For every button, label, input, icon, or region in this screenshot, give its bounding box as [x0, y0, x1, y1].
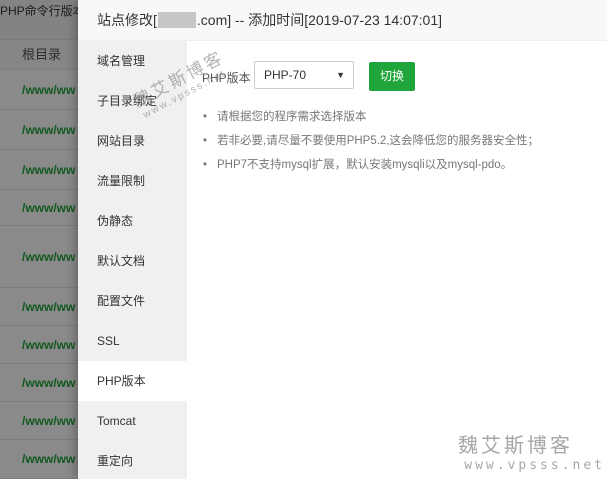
- menu-item-domain[interactable]: 域名管理: [78, 41, 187, 81]
- switch-button[interactable]: 切换: [369, 62, 415, 91]
- site-settings-modal: 站点修改[.com] -- 添加时间[2019-07-23 14:07:01] …: [78, 0, 607, 479]
- modal-title-suffix: .com] -- 添加时间[2019-07-23 14:07:01]: [196, 12, 442, 28]
- menu-item-ssl[interactable]: SSL: [78, 321, 187, 361]
- redacted-domain: [157, 12, 196, 28]
- modal-title: 站点修改[ .com] -- 添加时间[2019-07-23 14:07:01]: [78, 0, 607, 41]
- list-item: 请根据您的程序需求选择版本: [202, 105, 539, 129]
- menu-item-config-file[interactable]: 配置文件: [78, 281, 187, 321]
- tips-list: 请根据您的程序需求选择版本 若非必要,请尽量不要使用PHP5.2,这会降低您的服…: [202, 105, 539, 177]
- menu-item-tomcat[interactable]: Tomcat: [78, 401, 187, 441]
- php-version-selected: PHP-70: [264, 68, 307, 82]
- menu-item-subdir-binding[interactable]: 子目录绑定: [78, 81, 187, 121]
- php-version-panel: PHP版本 PHP-70 ▼ 切换 请根据您的程序需求选择版本 若非必要,请尽量…: [187, 41, 607, 479]
- menu-item-traffic-limit[interactable]: 流量限制: [78, 161, 187, 201]
- menu-item-site-dir[interactable]: 网站目录: [78, 121, 187, 161]
- list-item: 若非必要,请尽量不要使用PHP5.2,这会降低您的服务器安全性；: [202, 129, 539, 153]
- menu-item-redirect[interactable]: 重定向: [78, 441, 187, 479]
- modal-title-prefix: 站点修改[: [97, 12, 157, 28]
- menu-item-php-version[interactable]: PHP版本: [78, 361, 187, 401]
- php-version-select[interactable]: PHP-70 ▼: [254, 61, 354, 89]
- chevron-down-icon: ▼: [336, 70, 345, 80]
- menu-item-default-doc[interactable]: 默认文档: [78, 241, 187, 281]
- list-item: PHP7不支持mysql扩展，默认安装mysqli以及mysql-pdo。: [202, 153, 539, 177]
- php-version-label: PHP版本: [202, 71, 251, 85]
- menu-item-rewrite[interactable]: 伪静态: [78, 201, 187, 241]
- settings-menu: 域名管理 子目录绑定 网站目录 流量限制 伪静态 默认文档 配置文件 SSL P…: [78, 41, 187, 479]
